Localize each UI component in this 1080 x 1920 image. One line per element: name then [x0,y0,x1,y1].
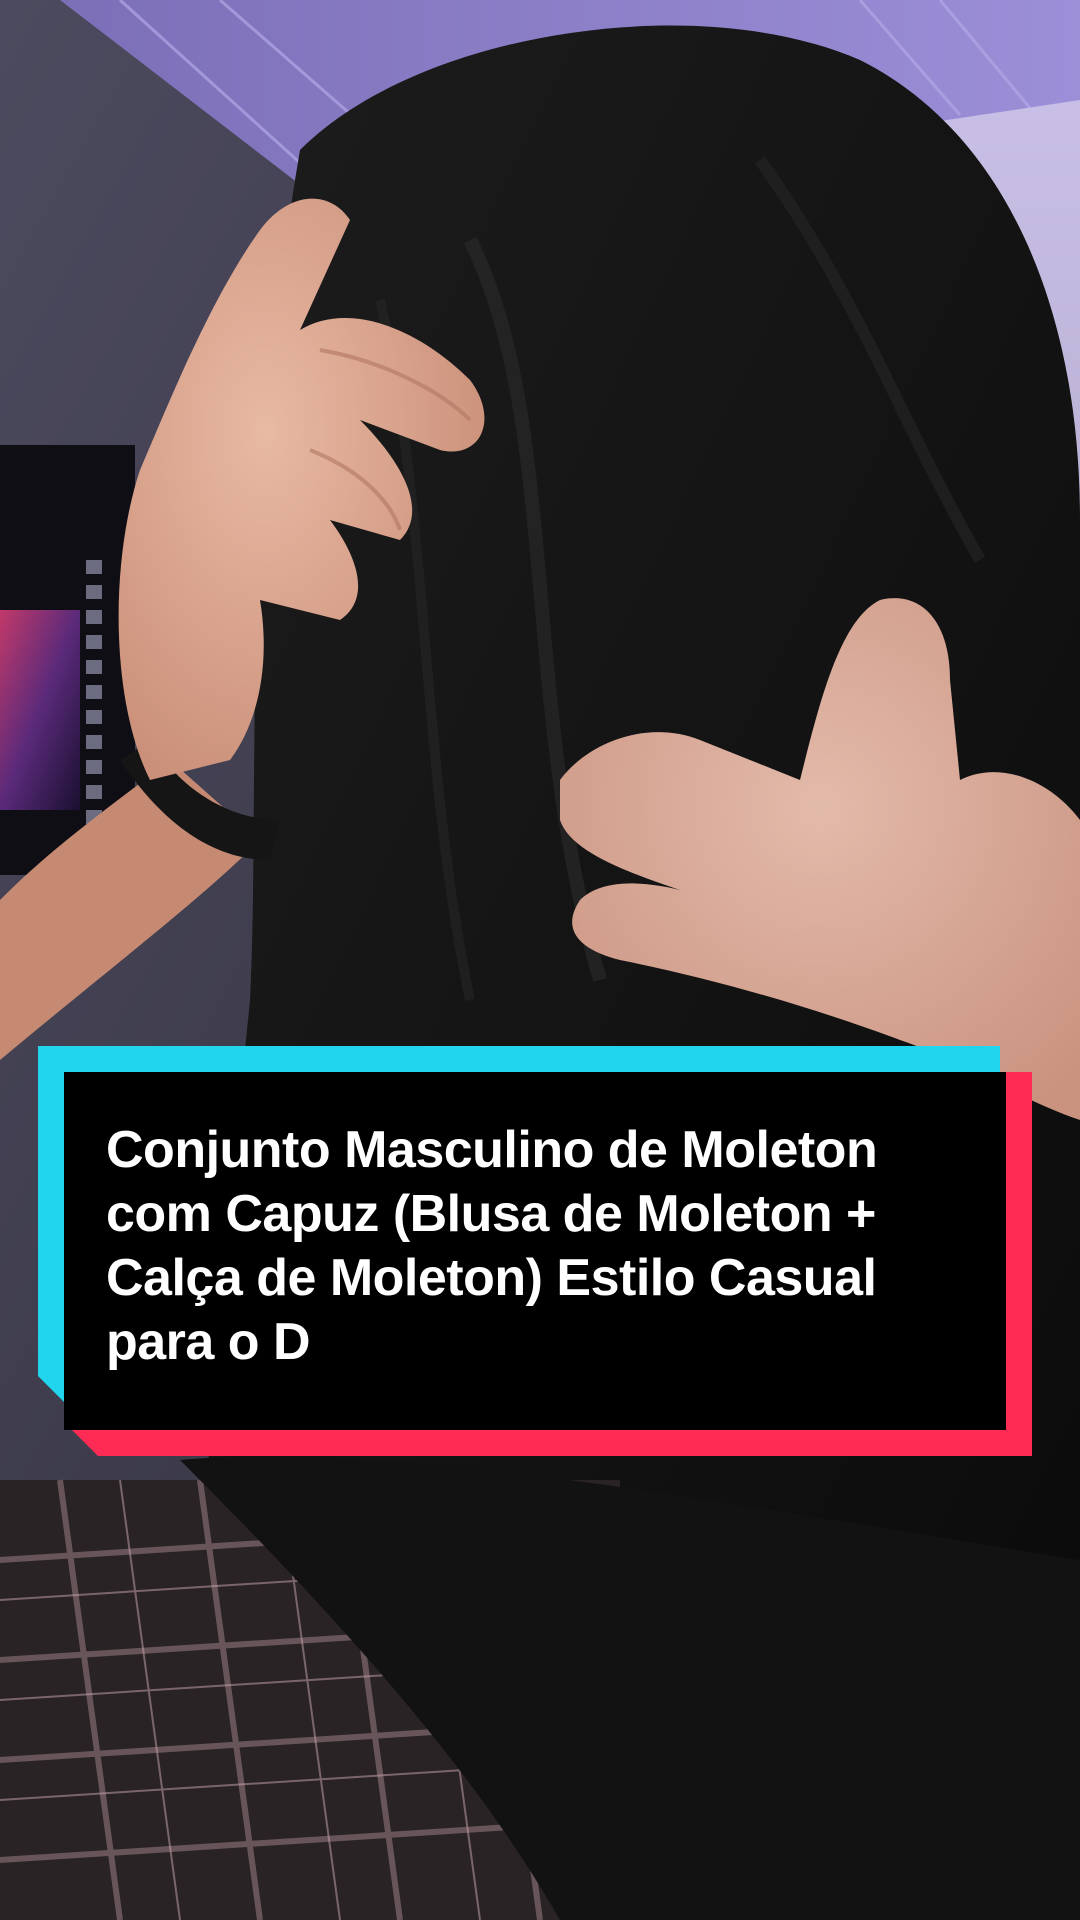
video-frame-image [0,0,1080,1920]
video-stage[interactable]: Conjunto Masculino de Moleton com Capuz … [0,0,1080,1920]
caption-overlay: Conjunto Masculino de Moleton com Capuz … [38,1046,1032,1456]
caption-text: Conjunto Masculino de Moleton com Capuz … [106,1121,878,1371]
